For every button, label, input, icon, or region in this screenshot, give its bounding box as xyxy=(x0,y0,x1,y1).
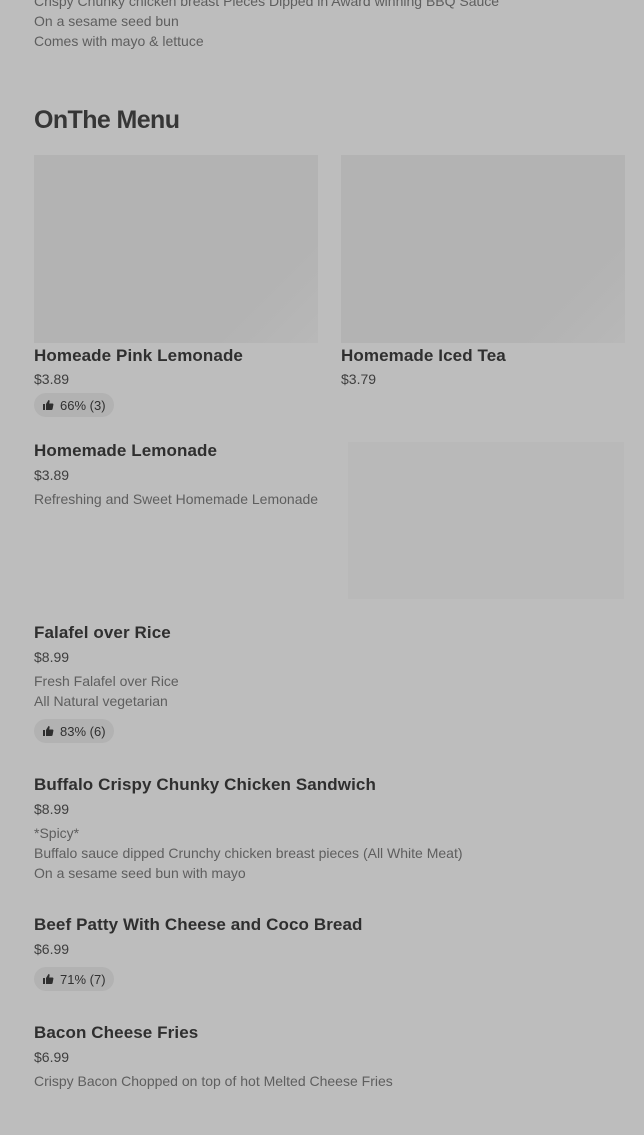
description-line: Comes with mayo & lettuce xyxy=(34,33,204,49)
section-title: OnThe Menu xyxy=(34,106,180,134)
menu-item-bacon-cheese-fries[interactable]: Bacon Cheese Fries $6.99 Crispy Bacon Ch… xyxy=(34,1022,624,1098)
menu-item-beef-patty[interactable]: Beef Patty With Cheese and Coco Bread $6… xyxy=(34,914,624,994)
rating-badge: 83% (6) xyxy=(34,719,114,743)
featured-card-pink-lemonade[interactable]: Homeade Pink Lemonade $3.89 66% (3) xyxy=(34,155,318,419)
top-item-description: Crispy Chunky chicken breast Pieces Dipp… xyxy=(34,0,634,51)
rating-badge: 71% (7) xyxy=(34,967,114,991)
item-image xyxy=(348,442,624,599)
description-line: Crispy Chunky chicken breast Pieces Dipp… xyxy=(34,0,500,9)
rating-text: 71% (7) xyxy=(60,971,106,987)
description-line: Refreshing and Sweet Homemade Lemonade xyxy=(34,491,319,507)
item-description: Fresh Falafel over Rice All Natural vege… xyxy=(34,671,594,711)
menu-item-falafel-over-rice[interactable]: Falafel over Rice $8.99 Fresh Falafel ov… xyxy=(34,622,624,746)
menu-item-buffalo-chicken-sandwich[interactable]: Buffalo Crispy Chunky Chicken Sandwich $… xyxy=(34,774,624,888)
rating-text: 83% (6) xyxy=(60,723,106,739)
item-title: Falafel over Rice xyxy=(34,623,171,642)
item-price: $8.99 xyxy=(34,649,70,665)
item-image xyxy=(34,155,318,343)
description-line: *Spicy* xyxy=(34,825,80,841)
rating-text: 66% (3) xyxy=(60,397,106,413)
thumbs-up-icon xyxy=(43,726,54,736)
item-title: Homemade Lemonade xyxy=(34,441,218,460)
item-price: $8.99 xyxy=(34,801,70,817)
item-price: $6.99 xyxy=(34,1049,70,1065)
item-description: *Spicy* Buffalo sauce dipped Crunchy chi… xyxy=(34,823,614,883)
menu-item-homemade-lemonade[interactable]: Homemade Lemonade $3.89 Refreshing and S… xyxy=(34,440,624,600)
thumbs-up-icon xyxy=(43,974,54,984)
item-title: Beef Patty With Cheese and Coco Bread xyxy=(34,915,363,934)
description-line: On a sesame seed bun xyxy=(34,13,179,29)
item-price: $3.89 xyxy=(34,467,70,483)
item-price: $6.99 xyxy=(34,941,70,957)
item-description: Crispy Bacon Chopped on top of hot Melte… xyxy=(34,1071,594,1091)
description-line: Crispy Bacon Chopped on top of hot Melte… xyxy=(34,1073,393,1089)
item-price: $3.79 xyxy=(341,371,377,387)
thumbs-up-icon xyxy=(43,400,54,410)
item-title: Homeade Pink Lemonade xyxy=(34,346,243,365)
item-title: Bacon Cheese Fries xyxy=(34,1023,199,1042)
item-price: $3.89 xyxy=(34,371,70,387)
description-line: All Natural vegetarian xyxy=(34,693,168,709)
item-description: Refreshing and Sweet Homemade Lemonade xyxy=(34,489,334,509)
rating-badge: 66% (3) xyxy=(34,393,114,417)
item-title: Homemade Iced Tea xyxy=(341,346,506,365)
featured-card-iced-tea[interactable]: Homemade Iced Tea $3.79 xyxy=(341,155,625,395)
description-line: On a sesame seed bun with mayo xyxy=(34,865,246,881)
item-image xyxy=(341,155,625,343)
description-line: Buffalo sauce dipped Crunchy chicken bre… xyxy=(34,845,463,861)
item-title: Buffalo Crispy Chunky Chicken Sandwich xyxy=(34,775,376,794)
description-line: Fresh Falafel over Rice xyxy=(34,673,179,689)
